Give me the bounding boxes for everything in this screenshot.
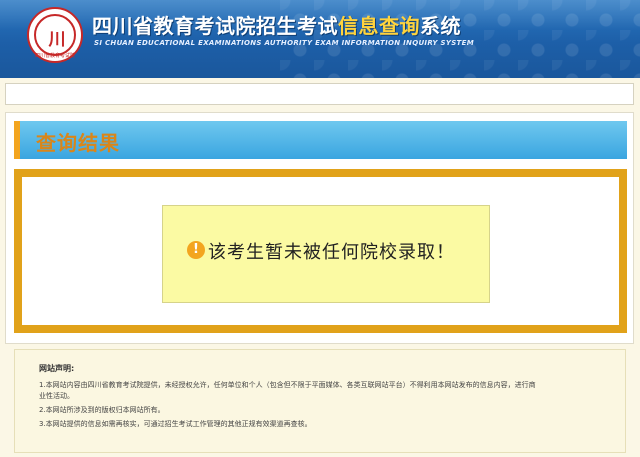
site-title-part1: 四川省教育考试院招生考试 [92,14,338,38]
site-logo-icon: 川 四川省教育考试院 [27,7,83,63]
result-box: ! 该考生暂未被任何院校录取！ [14,169,627,333]
result-message: 该考生暂未被任何院校录取！ [208,242,455,263]
logo-inner-ring: 川 [34,14,76,56]
site-title: 四川省教育考试院招生考试信息查询系统 [92,10,461,39]
notice-line: 2.本网站所涉及到的版权归本网站所有。 [39,406,165,414]
site-notice: 网站声明: 1.本网站内容由四川省教育考试院提供，未经授权允许，任何单位和个人（… [14,349,626,453]
result-panel: 查询结果 ! 该考生暂未被任何院校录取！ [5,112,634,344]
result-title-bar: 查询结果 [14,121,627,159]
result-message-box: ! 该考生暂未被任何院校录取！ [162,205,490,303]
nav-bar [5,83,634,105]
notice-line: 3.本网站提供的信息如需再核实，可通过招生考试工作管理的其他正规有效渠道再查核。 [39,420,312,428]
notice-line: 业性活动。 [39,392,74,400]
alert-icon: ! [187,241,205,259]
notice-line: 1.本网站内容由四川省教育考试院提供，未经授权允许，任何单位和个人（包含但不限于… [39,381,536,389]
site-title-part2: 系统 [420,14,461,38]
site-header: 川 四川省教育考试院 四川省教育考试院招生考试信息查询系统 SI CHUAN E… [0,0,640,78]
site-subtitle: SI CHUAN EDUCATIONAL EXAMINATIONS AUTHOR… [94,39,474,47]
site-title-highlight: 信息查询 [338,14,420,38]
notice-title: 网站声明: [39,364,75,373]
logo-ring-text: 四川省教育考试院 [34,53,75,59]
logo-glyph: 川 [48,30,66,50]
result-title: 查询结果 [36,131,120,155]
